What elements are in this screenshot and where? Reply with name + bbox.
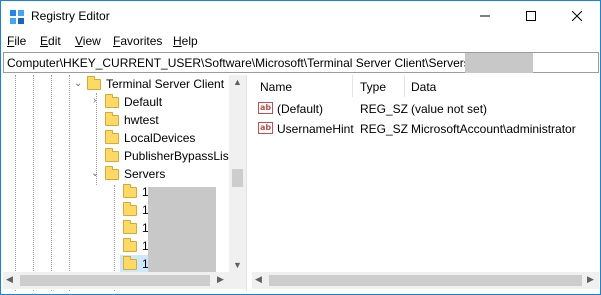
- folder-icon: [105, 165, 119, 180]
- tree-item-localdevices[interactable]: LocalDevices: [105, 129, 195, 147]
- value-name: UsernameHint: [277, 122, 354, 136]
- close-button[interactable]: [554, 1, 600, 31]
- title-bar[interactable]: Registry Editor: [1, 1, 600, 31]
- list-horizontal-scrollbar[interactable]: ◀ ▶: [252, 272, 599, 289]
- menu-edit[interactable]: Edit: [40, 34, 61, 48]
- maximize-icon: [526, 11, 536, 21]
- chevron-down-icon[interactable]: ⌄: [91, 168, 99, 179]
- folder-icon: [105, 129, 119, 144]
- column-divider[interactable]: [352, 75, 353, 97]
- tree-guide-line: [69, 75, 70, 291]
- menu-help[interactable]: Help: [173, 34, 198, 48]
- folder-icon: [123, 201, 137, 216]
- value-type: REG_SZ: [360, 102, 409, 116]
- menu-bar: File Edit View Favorites Help: [1, 33, 600, 51]
- scroll-thumb[interactable]: [232, 169, 243, 187]
- folder-icon: [105, 93, 119, 108]
- tree-item-server[interactable]: 1: [123, 237, 149, 255]
- chevron-right-icon[interactable]: ›: [93, 95, 96, 106]
- scroll-thumb[interactable]: [269, 275, 582, 286]
- tree-vertical-scrollbar[interactable]: ▲ ▼: [229, 75, 246, 272]
- folder-icon: [123, 237, 137, 252]
- scroll-right-icon[interactable]: ▶: [587, 274, 594, 285]
- menu-file[interactable]: File: [7, 34, 26, 48]
- string-value-icon: ab: [258, 102, 273, 114]
- menu-view[interactable]: View: [75, 34, 101, 48]
- tree-item-server-selected[interactable]: 1: [123, 255, 149, 273]
- column-divider[interactable]: [404, 75, 405, 97]
- column-header-type[interactable]: Type: [360, 80, 386, 94]
- folder-icon: [123, 219, 137, 234]
- tree-item-servers[interactable]: Servers: [105, 165, 165, 183]
- scroll-right-icon[interactable]: ▶: [217, 274, 224, 285]
- tree-horizontal-scrollbar[interactable]: ◀ ▶: [3, 272, 229, 289]
- values-list[interactable]: Name Type Data ab (Default) REG_SZ (valu…: [252, 75, 599, 272]
- tree-item-label: LocalDevices: [124, 131, 196, 145]
- registry-editor-window: Registry Editor File Edit View Favorites…: [0, 0, 601, 295]
- tree-item-hwtest[interactable]: hwtest: [105, 111, 159, 129]
- folder-icon: [105, 111, 119, 126]
- window-title: Registry Editor: [31, 9, 110, 23]
- value-name: (Default): [277, 102, 324, 116]
- value-type: REG_SZ: [360, 122, 409, 136]
- address-path[interactable]: Computer\HKEY_CURRENT_USER\Software\Micr…: [7, 56, 473, 70]
- value-data: (value not set): [411, 102, 488, 116]
- close-icon: [572, 11, 582, 21]
- scroll-thumb[interactable]: [20, 275, 210, 286]
- registry-editor-icon: [10, 10, 24, 24]
- scroll-left-icon[interactable]: ◀: [6, 274, 13, 285]
- tree-item-label: Servers: [124, 167, 166, 181]
- tree-item-server[interactable]: 1: [123, 219, 149, 237]
- address-bar[interactable]: Computer\HKEY_CURRENT_USER\Software\Micr…: [3, 52, 599, 73]
- tree-item-default[interactable]: Default: [105, 93, 162, 111]
- scroll-up-icon[interactable]: ▲: [233, 77, 242, 87]
- folder-icon: [123, 183, 137, 198]
- string-value-icon: ab: [258, 122, 273, 134]
- minimize-icon: [480, 15, 490, 17]
- tree-item-label: hwtest: [124, 113, 159, 127]
- menu-favorites[interactable]: Favorites: [113, 34, 162, 48]
- folder-icon: [87, 75, 101, 90]
- scrollbar-corner: [229, 272, 246, 289]
- tree-guide-line: [15, 75, 16, 291]
- value-data: MicrosoftAccount\administrator: [411, 122, 576, 136]
- folder-icon: [105, 147, 119, 162]
- tree-item-publisherbypasslist[interactable]: PublisherBypassList: [105, 147, 232, 165]
- minimize-button[interactable]: [462, 1, 508, 31]
- scroll-down-icon[interactable]: ▼: [233, 260, 242, 270]
- scroll-left-icon[interactable]: ◀: [255, 274, 262, 285]
- tree-guide-line: [33, 75, 34, 291]
- tree-item-server[interactable]: 1: [123, 183, 149, 201]
- chevron-down-icon[interactable]: ⌄: [74, 78, 82, 89]
- tree-item-label: PublisherBypassList: [124, 149, 233, 163]
- column-header-name[interactable]: Name: [260, 80, 292, 94]
- tree-item-label: Default: [124, 95, 163, 109]
- redacted-server-name: [465, 53, 533, 73]
- maximize-button[interactable]: [508, 1, 554, 31]
- column-header-data[interactable]: Data: [411, 80, 436, 94]
- folder-icon: [123, 255, 137, 270]
- tree-item-label: Terminal Server Client: [106, 77, 225, 91]
- tree-item-terminal-server-client[interactable]: Terminal Server Client: [87, 75, 224, 93]
- key-tree-pane[interactable]: ⌄ Terminal Server Client › Default hwtes…: [3, 75, 247, 291]
- tree-item-server[interactable]: 1: [123, 201, 149, 219]
- tree-guide-line: [51, 75, 52, 291]
